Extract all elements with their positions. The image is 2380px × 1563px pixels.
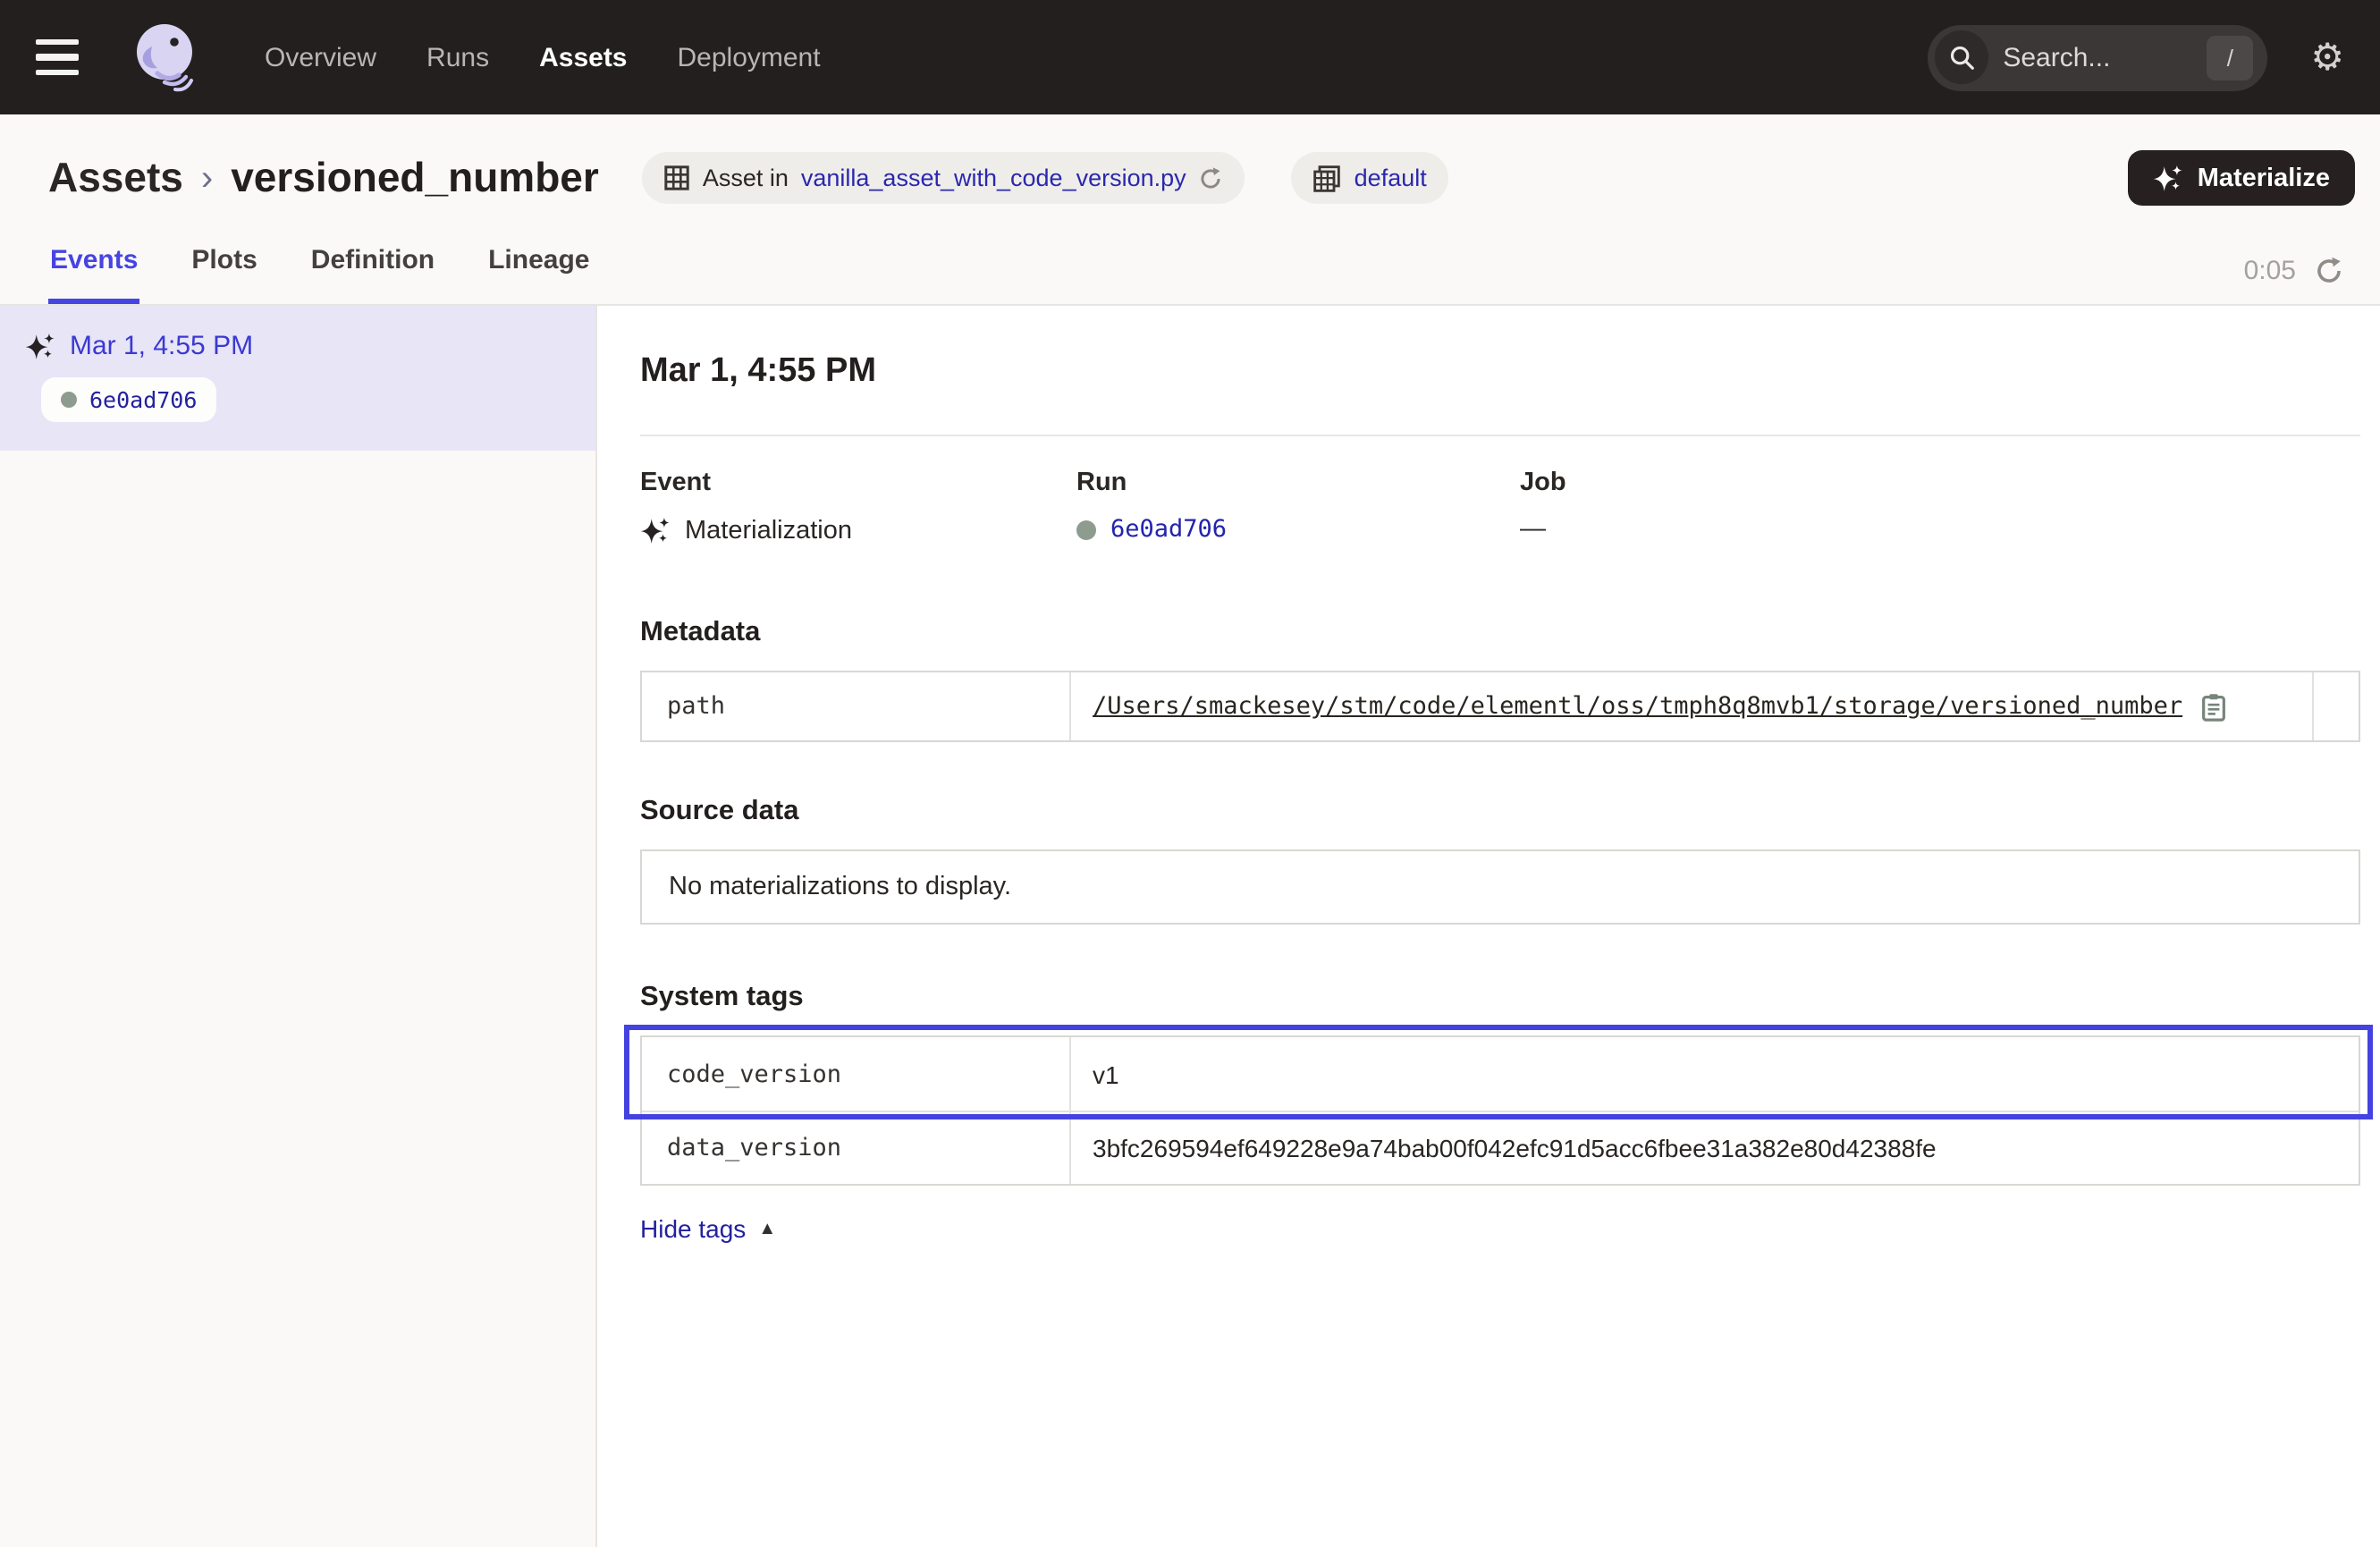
code-location-link[interactable]: default <box>1355 165 1427 191</box>
primary-nav: Overview Runs Assets Deployment <box>265 42 821 72</box>
table-grid-icon <box>663 165 690 191</box>
nav-item-runs[interactable]: Runs <box>426 42 489 72</box>
event-list-sidebar: Mar 1, 4:55 PM 6e0ad706 <box>0 306 597 1547</box>
hide-tags-label: Hide tags <box>640 1214 746 1243</box>
asset-badge-prefix: Asset in <box>703 165 789 191</box>
table-row: path /Users/smackesey/stm/code/elementl/… <box>642 672 2359 740</box>
job-label: Job <box>1520 469 2360 497</box>
source-data-heading: Source data <box>640 796 2360 828</box>
job-value: — <box>1520 515 1546 544</box>
sparkles-icon <box>25 331 55 361</box>
system-tags-heading: System tags <box>640 982 2360 1014</box>
search-input[interactable] <box>2003 42 2192 72</box>
reload-icon[interactable] <box>1199 165 1224 190</box>
sparkles-icon <box>640 515 671 545</box>
hide-tags-link[interactable]: Hide tags ▲ <box>640 1214 776 1243</box>
asset-definition-badge: Asset in vanilla_asset_with_code_version… <box>642 152 1245 204</box>
tag-key: code_version <box>642 1037 1071 1111</box>
hamburger-icon[interactable] <box>32 27 93 88</box>
event-summary: Event Materialization Run 6e0ad <box>640 469 2360 545</box>
run-label: Run <box>1076 469 1520 497</box>
search-icon <box>1935 30 1988 84</box>
sparkles-icon <box>2153 163 2183 193</box>
breadcrumb: Assets › versioned_number <box>48 154 599 202</box>
page: Overview Runs Assets Deployment / ⚙ Asse… <box>0 0 2380 1563</box>
caret-up-icon: ▲ <box>758 1219 776 1238</box>
code-location-badge: default <box>1292 152 1448 204</box>
top-nav: Overview Runs Assets Deployment / ⚙ <box>0 0 2380 114</box>
run-status-dot <box>1076 520 1096 539</box>
tab-plots[interactable]: Plots <box>190 227 258 304</box>
materialize-button-label: Materialize <box>2198 164 2330 192</box>
metadata-actions-cell <box>2312 672 2359 740</box>
nav-item-deployment[interactable]: Deployment <box>678 42 821 72</box>
table-row-data-version: data_version 3bfc269594ef649228e9a74bab0… <box>642 1111 2359 1184</box>
metadata-section: Metadata path /Users/smackesey/stm/code/… <box>640 617 2360 742</box>
tab-lineage[interactable]: Lineage <box>486 227 591 304</box>
breadcrumb-assets-link[interactable]: Assets <box>48 154 183 202</box>
asset-header: Assets › versioned_number Asset in vanil… <box>0 114 2380 306</box>
refresh-icon[interactable] <box>2314 256 2344 286</box>
event-detail-title: Mar 1, 4:55 PM <box>640 352 2360 392</box>
gear-icon[interactable]: ⚙ <box>2310 38 2344 76</box>
tab-definition[interactable]: Definition <box>309 227 436 304</box>
metadata-key: path <box>642 672 1071 740</box>
system-tags-section: System tags code_version v1 data_version… <box>640 982 2360 1246</box>
tab-bar: Events Plots Definition Lineage 0:05 <box>0 216 2380 306</box>
source-data-empty-message: No materializations to display. <box>640 849 2360 925</box>
repo-grid-icon <box>1313 164 1342 192</box>
run-status-dot <box>61 392 77 408</box>
clipboard-icon <box>2199 691 2227 722</box>
table-row-code-version: code_version v1 <box>642 1037 2359 1111</box>
tag-value: v1 <box>1093 1060 1119 1088</box>
nav-item-assets[interactable]: Assets <box>539 42 627 72</box>
metadata-path-link[interactable]: /Users/smackesey/stm/code/elementl/oss/t… <box>1093 692 2182 721</box>
event-detail-panel: Mar 1, 4:55 PM Event Materialization <box>597 306 2380 1547</box>
metadata-heading: Metadata <box>640 617 2360 649</box>
asset-file-link[interactable]: vanilla_asset_with_code_version.py <box>801 165 1186 191</box>
event-timestamp: Mar 1, 4:55 PM <box>70 331 253 361</box>
tag-value: 3bfc269594ef649228e9a74bab00f042efc91d5a… <box>1093 1134 1937 1162</box>
dagster-logo[interactable] <box>125 18 204 97</box>
event-list-item[interactable]: Mar 1, 4:55 PM 6e0ad706 <box>0 306 595 451</box>
event-type-value: Materialization <box>685 516 852 545</box>
event-label: Event <box>640 469 1076 497</box>
run-id-link[interactable]: 6e0ad706 <box>1110 515 1227 544</box>
run-id-link[interactable]: 6e0ad706 <box>89 386 197 413</box>
materialize-button[interactable]: Materialize <box>2128 150 2355 206</box>
refresh-countdown: 0:05 <box>2244 256 2296 286</box>
tab-events[interactable]: Events <box>48 227 139 304</box>
search-shortcut-badge: / <box>2207 35 2253 80</box>
page-title: versioned_number <box>231 154 599 202</box>
search-box[interactable]: / <box>1928 24 2267 90</box>
system-tags-table: code_version v1 data_version 3bfc269594e… <box>640 1035 2360 1186</box>
run-tag-pill: 6e0ad706 <box>41 377 216 422</box>
metadata-table: path /Users/smackesey/stm/code/elementl/… <box>640 671 2360 742</box>
chevron-right-icon: › <box>201 159 213 200</box>
copy-path-button[interactable] <box>2199 691 2227 722</box>
tag-key: data_version <box>642 1112 1071 1184</box>
source-data-section: Source data No materializations to displ… <box>640 796 2360 925</box>
nav-item-overview[interactable]: Overview <box>265 42 376 72</box>
